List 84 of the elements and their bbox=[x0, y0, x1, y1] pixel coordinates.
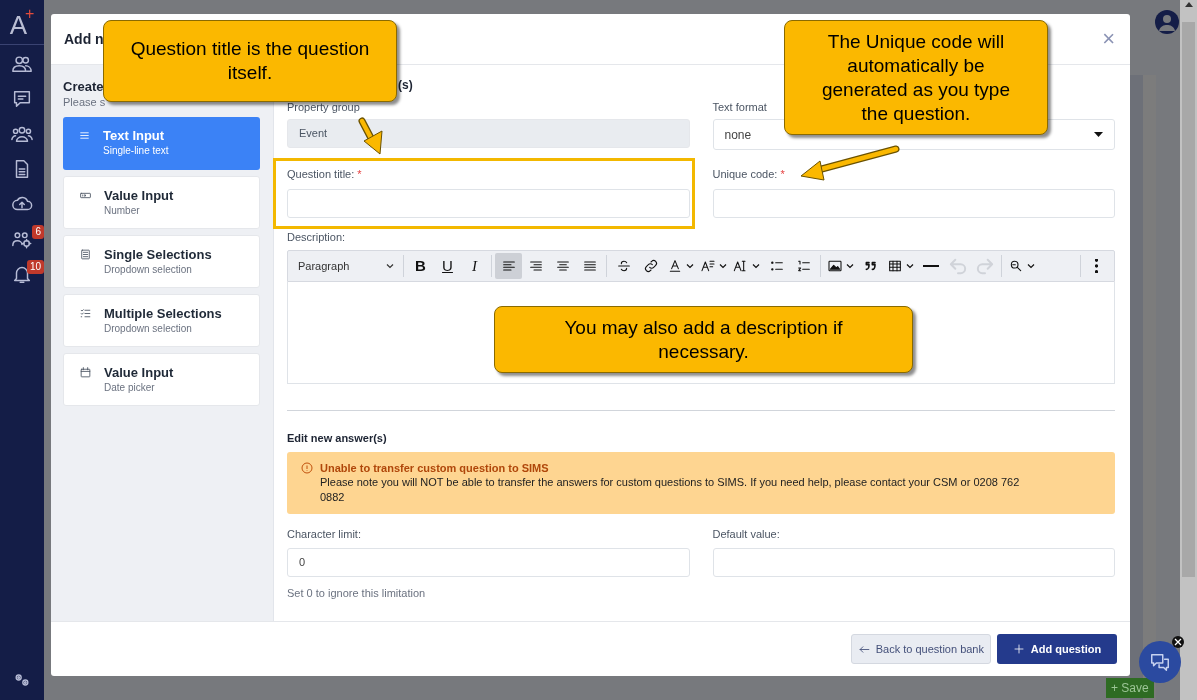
caret-icon bbox=[386, 262, 394, 270]
type-sublabel: Date picker bbox=[104, 381, 156, 395]
checklist-icon bbox=[79, 307, 92, 320]
field-label: Property group bbox=[287, 101, 360, 114]
caret-icon bbox=[846, 262, 854, 270]
format-button[interactable]: U bbox=[434, 253, 461, 279]
notification-badge: 6 bbox=[32, 225, 44, 239]
alert-title: Unable to transfer custom question to SIMS bbox=[320, 461, 550, 475]
align-right-icon bbox=[527, 258, 544, 274]
section-title: Edit new answer(s) bbox=[287, 431, 388, 445]
image-icon bbox=[827, 258, 843, 274]
plus-icon bbox=[1012, 643, 1025, 655]
panel-title: Create bbox=[63, 79, 105, 95]
unique-code-field[interactable] bbox=[712, 189, 1115, 218]
format-button[interactable]: B bbox=[407, 253, 434, 279]
horizontal-line-icon bbox=[922, 265, 939, 267]
field-label: Question title: * bbox=[287, 168, 362, 181]
align-justify-icon bbox=[581, 258, 598, 274]
caret-icon bbox=[906, 262, 914, 270]
question-type-item[interactable]: Value Input Number bbox=[63, 176, 260, 229]
back-button[interactable]: Back to question bank bbox=[850, 634, 991, 664]
calendar-icon bbox=[79, 366, 92, 379]
help-text: Set 0 to ignore this limitation bbox=[287, 586, 427, 600]
close-chat-icon[interactable] bbox=[1172, 636, 1184, 648]
notification-badge: 10 bbox=[26, 260, 44, 274]
font-size-icon bbox=[700, 258, 716, 274]
callout: Question title is the question itself. bbox=[103, 20, 397, 102]
align-left-icon bbox=[500, 258, 517, 274]
caret-icon bbox=[1094, 132, 1103, 137]
caret-icon bbox=[686, 262, 694, 270]
pointer-arrow bbox=[358, 117, 383, 155]
caret-icon bbox=[1027, 262, 1035, 270]
question-type-item[interactable]: Multiple Selections Dropdown selection bbox=[63, 294, 260, 347]
field-label: Description: bbox=[287, 231, 346, 244]
logo[interactable]: A+ bbox=[9, 6, 35, 40]
toolbar-button[interactable] bbox=[495, 253, 522, 279]
strikethrough-icon bbox=[615, 258, 632, 274]
find-replace-icon bbox=[1008, 258, 1024, 274]
field-label: Default value: bbox=[712, 528, 780, 541]
alert-text: Please note you will NOT be able to transfer the answers for custom questions to SIMS. If you need help, please contact your CSM or 0208 762 0882 bbox=[320, 475, 1020, 505]
sidebar-item[interactable]: 10 bbox=[0, 263, 44, 284]
question-type-item[interactable]: Single Selections Dropdown selection bbox=[63, 235, 260, 288]
type-label: Value Input bbox=[104, 365, 174, 381]
section-title: (s) bbox=[398, 78, 413, 93]
callout: The Unique code will automatically be generated as you type the question. bbox=[784, 20, 1048, 135]
lines-icon bbox=[78, 129, 91, 142]
table-icon bbox=[887, 258, 903, 274]
info-icon bbox=[301, 462, 313, 474]
type-sublabel: Single-line text bbox=[103, 144, 169, 158]
character-limit-field[interactable]: 0 bbox=[287, 548, 690, 577]
modal-title: Add n bbox=[64, 29, 104, 49]
redo-icon bbox=[975, 257, 994, 275]
type-sublabel: Dropdown selection bbox=[104, 263, 193, 277]
text-height-icon bbox=[733, 258, 749, 274]
add-question-button[interactable]: Add question bbox=[997, 634, 1117, 664]
type-sublabel: Dropdown selection bbox=[104, 322, 193, 336]
type-label: Single Selections bbox=[104, 247, 212, 263]
format-button[interactable]: I bbox=[461, 253, 488, 279]
list-icon bbox=[79, 248, 92, 261]
callout: You may also add a description if necessary. bbox=[494, 306, 913, 373]
font-color-icon bbox=[667, 258, 683, 274]
link-icon bbox=[642, 258, 659, 274]
field-label: Unique code: * bbox=[712, 168, 785, 181]
default-value-field[interactable] bbox=[712, 548, 1115, 577]
caret-icon bbox=[719, 262, 727, 270]
chat-help-icon bbox=[1149, 651, 1171, 673]
more-icon bbox=[1095, 259, 1098, 273]
question-type-item[interactable]: Value Input Date picker bbox=[63, 353, 260, 406]
caret-icon bbox=[752, 262, 760, 270]
align-center-icon bbox=[554, 258, 571, 274]
sidebar-item[interactable]: 6 bbox=[0, 228, 44, 249]
bulleted-list-icon bbox=[768, 258, 785, 274]
question-title-field[interactable] bbox=[287, 189, 690, 218]
undo-icon bbox=[948, 257, 967, 275]
numbered-list-icon bbox=[795, 258, 812, 274]
type-label: Text Input bbox=[103, 128, 166, 144]
type-label: Multiple Selections bbox=[104, 306, 222, 322]
field-label: Character limit: bbox=[287, 528, 361, 541]
block-format-dropdown[interactable]: Paragraph bbox=[292, 253, 400, 279]
question-type-item[interactable]: Text Input Single-line text bbox=[63, 117, 260, 170]
field-label: Text format bbox=[712, 101, 767, 114]
type-label: Value Input bbox=[104, 188, 174, 204]
type-sublabel: Number bbox=[104, 204, 141, 218]
user-avatar-icon[interactable] bbox=[1155, 10, 1179, 34]
